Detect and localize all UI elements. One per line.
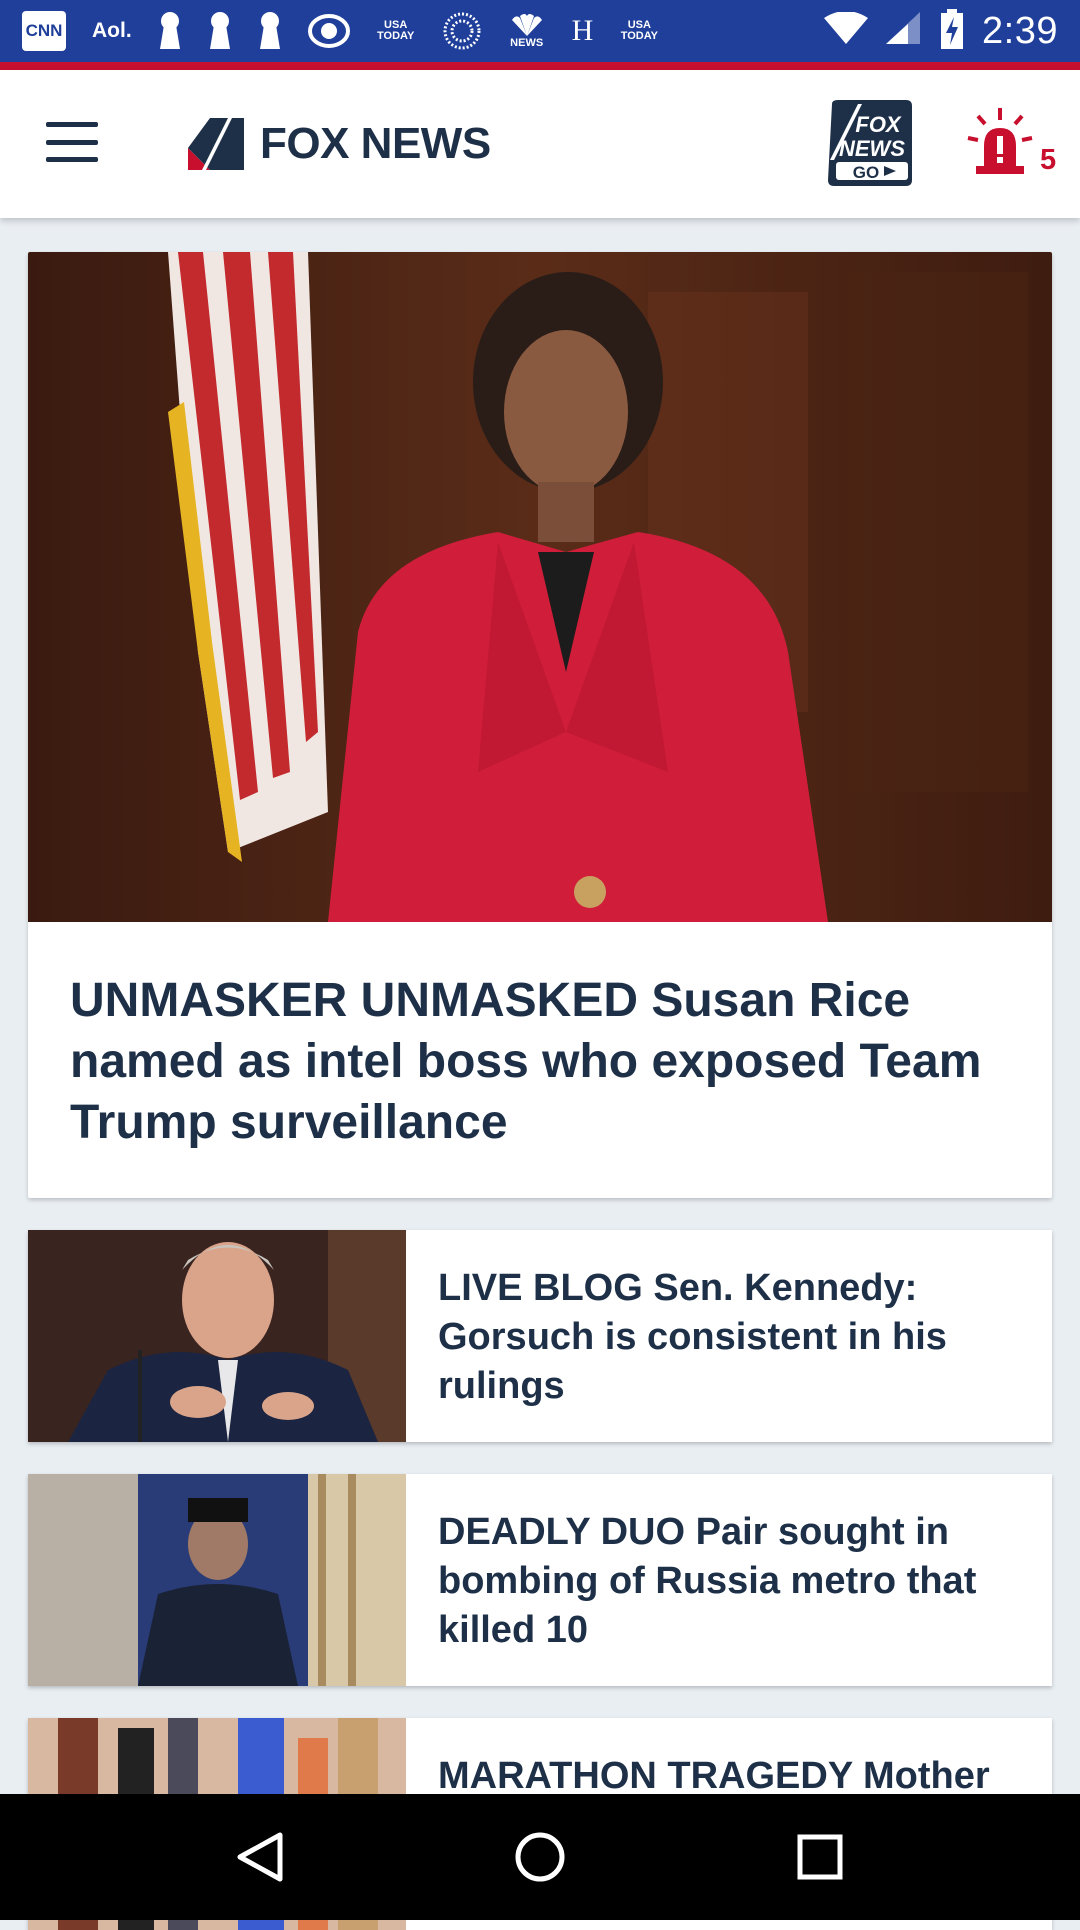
keyhole-icon xyxy=(258,11,282,51)
go-logo-go: GO xyxy=(853,163,879,182)
story-card[interactable]: DEADLY DUO Pair sought in bombing of Rus… xyxy=(28,1474,1052,1686)
recents-icon[interactable] xyxy=(780,1817,860,1897)
signal-icon xyxy=(886,11,922,51)
aol-icon: Aol. xyxy=(92,19,132,42)
status-bar: CNN Aol. USA TODAY NEWS H USA TODAY 2:39 xyxy=(0,0,1080,62)
story-thumbnail xyxy=(28,1474,406,1686)
go-logo-fox: FOX xyxy=(855,112,902,137)
usa-today-icon: USA TODAY xyxy=(620,19,658,42)
menu-bar xyxy=(46,122,98,127)
system-nav-bar xyxy=(0,1794,1080,1920)
fox-news-logo[interactable]: FOX NEWS xyxy=(188,116,491,172)
clock: 2:39 xyxy=(982,9,1058,52)
keyhole-icon xyxy=(158,11,182,51)
history-h-icon: H xyxy=(571,14,594,47)
keyhole-icon xyxy=(208,11,232,51)
alert-count-badge: 5 xyxy=(1040,144,1057,176)
hero-story-title: UNMASKER UNMASKED Susan Rice named as in… xyxy=(70,974,982,1149)
home-icon[interactable] xyxy=(500,1817,580,1897)
fox-news-go-icon[interactable]: FOX NEWS GO xyxy=(826,100,914,186)
story-title: LIVE BLOG Sen. Kennedy: Gorsuch is consi… xyxy=(438,1267,947,1407)
hero-story-card[interactable]: UNMASKER UNMASKED Susan Rice named as in… xyxy=(28,252,1052,1198)
back-icon[interactable] xyxy=(220,1817,300,1897)
notification-icons: CNN Aol. USA TODAY NEWS H USA TODAY xyxy=(22,11,659,51)
story-thumbnail xyxy=(28,1230,406,1442)
news-feed: UNMASKER UNMASKED Susan Rice named as in… xyxy=(28,252,1052,1930)
battery-charging-icon xyxy=(940,8,964,54)
menu-bar xyxy=(46,139,98,145)
status-accent-line xyxy=(0,62,1080,70)
usa-today-icon: USA TODAY xyxy=(377,19,415,42)
hero-story-image xyxy=(28,252,1052,922)
brand-name: FOX NEWS xyxy=(260,119,491,168)
breaking-alert-icon[interactable]: 5 xyxy=(966,106,1066,186)
system-icons: 2:39 xyxy=(824,8,1058,54)
story-title: DEADLY DUO Pair sought in bombing of Rus… xyxy=(438,1511,977,1651)
go-logo-news: NEWS xyxy=(839,136,905,161)
app-header: FOX NEWS FOX NEWS GO 5 xyxy=(0,70,1080,218)
cnn-icon: CNN xyxy=(22,11,66,51)
fox-news-mark-icon xyxy=(188,118,244,170)
nbc-news-icon: NEWS xyxy=(508,13,546,49)
wifi-icon xyxy=(824,10,869,51)
ring-dots-icon xyxy=(442,11,482,51)
menu-icon[interactable] xyxy=(46,122,98,162)
cbs-eye-icon xyxy=(307,14,350,48)
nbc-news-label: NEWS xyxy=(510,36,544,49)
story-card[interactable]: LIVE BLOG Sen. Kennedy: Gorsuch is consi… xyxy=(28,1230,1052,1442)
menu-bar xyxy=(46,157,98,162)
